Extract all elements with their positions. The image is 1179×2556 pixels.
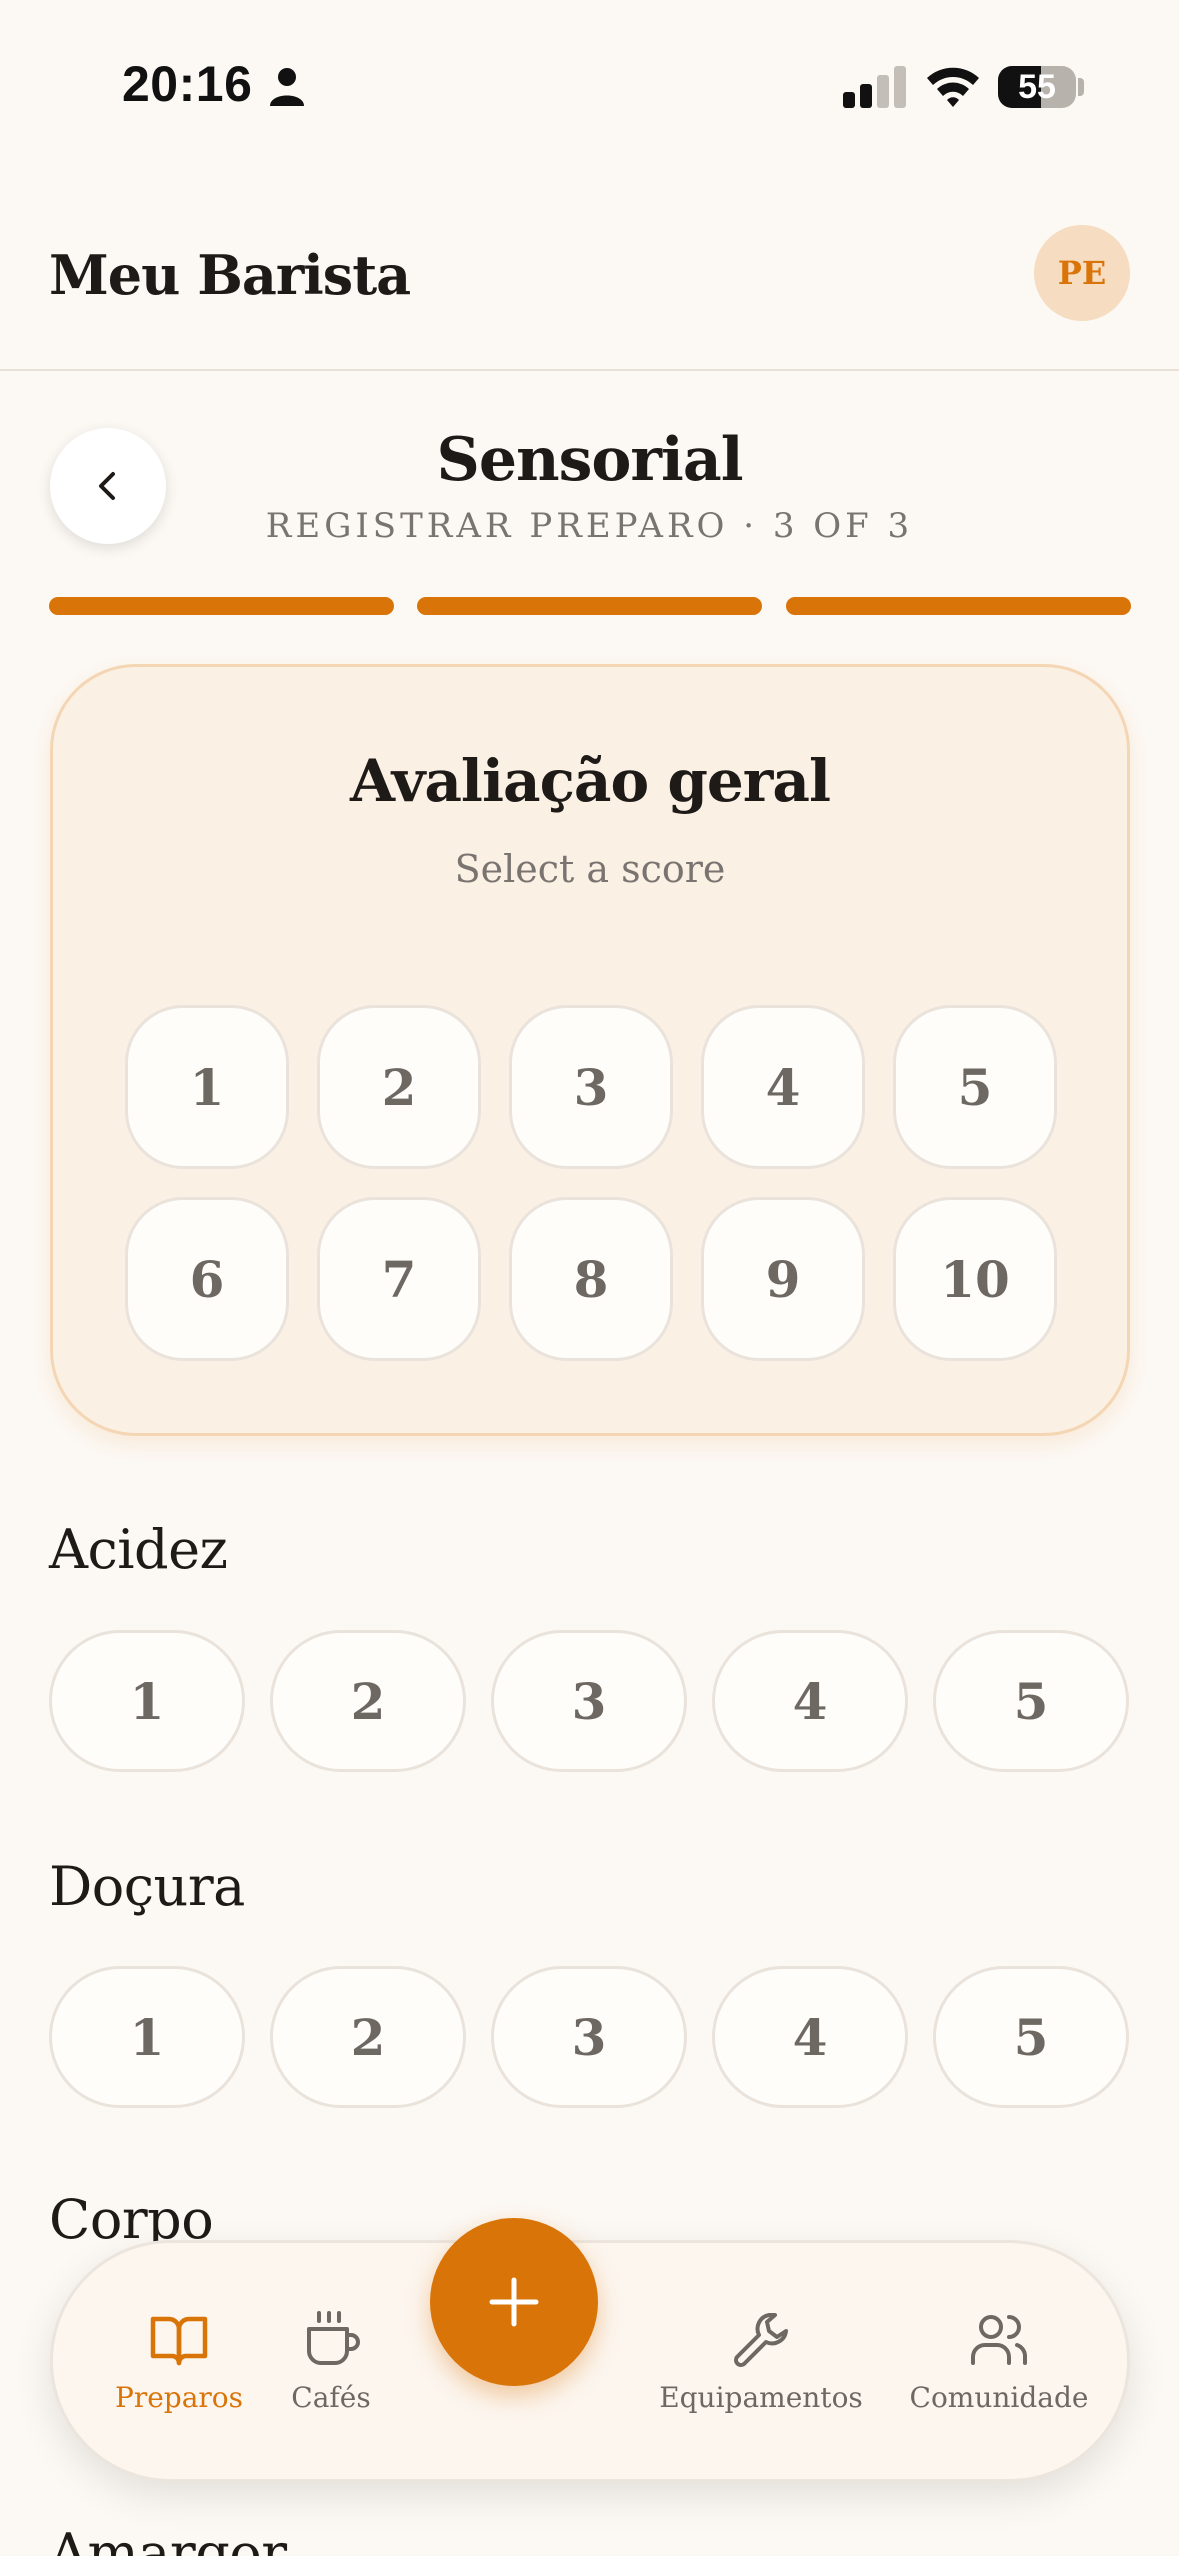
step-progress-3 [786, 597, 1131, 615]
sweetness-option-5[interactable]: 5 [933, 1966, 1129, 2108]
nav-label-cafes: Cafés [291, 2381, 371, 2414]
step-title: Sensorial [436, 425, 744, 495]
battery-tip [1078, 78, 1084, 96]
score-button-10[interactable]: 10 [893, 1197, 1057, 1361]
acidity-label: Acidez [49, 1518, 228, 1581]
score-button-2[interactable]: 2 [317, 1005, 481, 1169]
book-icon [150, 2316, 208, 2366]
nav-item-comunidade[interactable]: Comunidade [899, 2243, 1099, 2485]
nav-label-equipamentos: Equipamentos [659, 2381, 863, 2414]
acidity-option-5[interactable]: 5 [933, 1630, 1129, 1772]
score-button-7[interactable]: 7 [317, 1197, 481, 1361]
cellular-signal-icon [843, 66, 906, 108]
avatar[interactable]: PE [1034, 225, 1130, 321]
wifi-icon [927, 67, 979, 107]
score-button-9[interactable]: 9 [701, 1197, 865, 1361]
battery-icon: 55 [998, 66, 1076, 108]
overall-rating-subtitle: Select a score [454, 847, 726, 891]
nav-label-comunidade: Comunidade [909, 2381, 1089, 2414]
score-button-1[interactable]: 1 [125, 1005, 289, 1169]
sweetness-option-2[interactable]: 2 [270, 1966, 466, 2108]
bitterness-label: Amargor [49, 2522, 287, 2556]
battery-level: 55 [1018, 68, 1056, 106]
app-header: Meu Barista PE [0, 175, 1179, 371]
score-button-4[interactable]: 4 [701, 1005, 865, 1169]
person-icon [270, 68, 304, 106]
acidity-option-1[interactable]: 1 [49, 1630, 245, 1772]
status-time: 20:16 [122, 56, 253, 112]
status-bar: 20:16 55 [0, 0, 1179, 175]
nav-item-cafes[interactable]: Cafés [277, 2243, 385, 2485]
score-button-6[interactable]: 6 [125, 1197, 289, 1361]
app-title: Meu Barista [49, 243, 411, 307]
overall-rating-title: Avaliação geral [350, 747, 831, 815]
users-icon [971, 2315, 1027, 2365]
nav-item-equipamentos[interactable]: Equipamentos [651, 2243, 871, 2485]
acidity-option-2[interactable]: 2 [270, 1630, 466, 1772]
sweetness-option-1[interactable]: 1 [49, 1966, 245, 2108]
score-button-8[interactable]: 8 [509, 1197, 673, 1361]
plus-icon [489, 2277, 539, 2327]
step-subtitle: REGISTRAR PREPARO · 3 OF 3 [265, 506, 914, 546]
add-brew-button[interactable] [430, 2218, 598, 2386]
score-button-5[interactable]: 5 [893, 1005, 1057, 1169]
coffee-cup-icon [307, 2311, 360, 2365]
sweetness-option-3[interactable]: 3 [491, 1966, 687, 2108]
overall-rating-card: Avaliação geral Select a score 1 2 3 4 5… [50, 664, 1130, 1436]
nav-label-preparos: Preparos [114, 2381, 244, 2414]
sweetness-option-4[interactable]: 4 [712, 1966, 908, 2108]
score-button-3[interactable]: 3 [509, 1005, 673, 1169]
acidity-option-4[interactable]: 4 [712, 1630, 908, 1772]
step-progress-2 [417, 597, 762, 615]
step-progress-1 [49, 597, 394, 615]
acidity-option-3[interactable]: 3 [491, 1630, 687, 1772]
sweetness-label: Doçura [49, 1855, 245, 1918]
nav-item-preparos[interactable]: Preparos [115, 2243, 243, 2485]
wrench-icon [734, 2313, 788, 2367]
